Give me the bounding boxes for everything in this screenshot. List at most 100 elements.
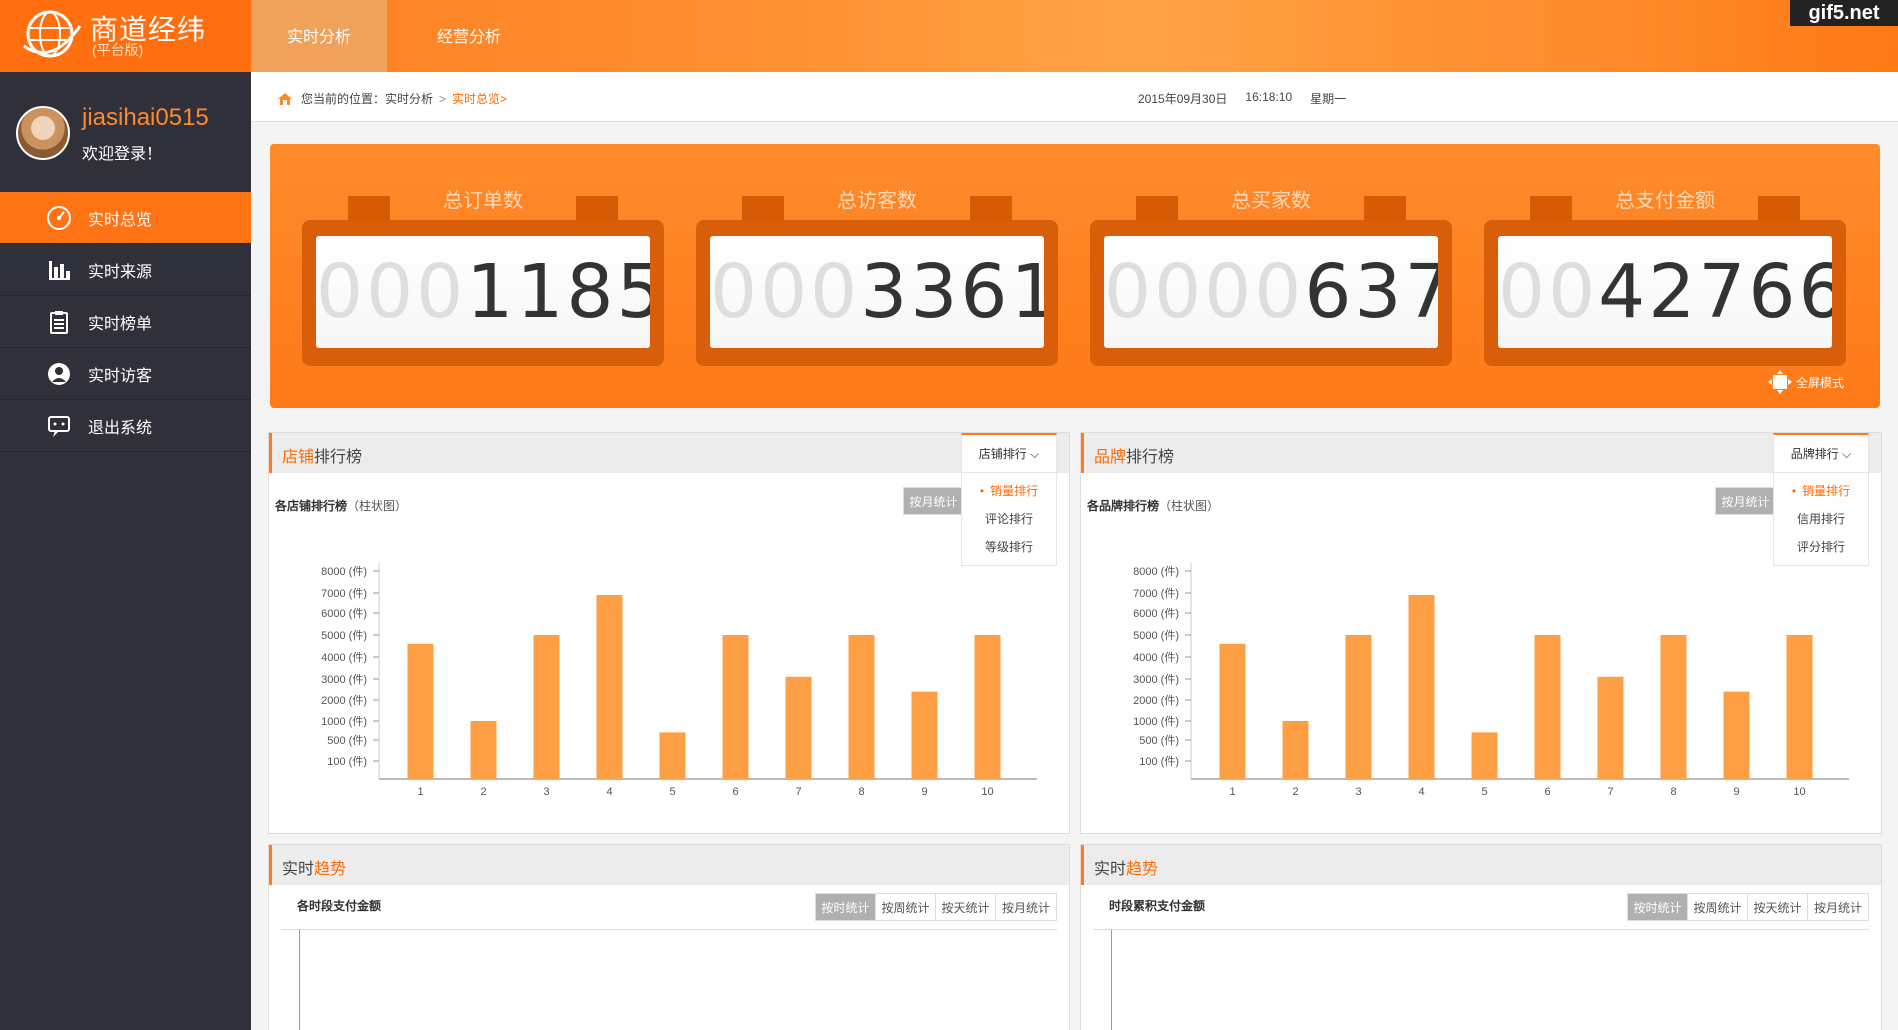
panel-title: 实时趋势	[1094, 855, 1158, 879]
panel-header: 店铺排行榜	[269, 433, 1069, 473]
clipboard-icon	[46, 309, 72, 335]
bar[interactable]	[1282, 721, 1309, 779]
bar[interactable]	[974, 635, 1001, 779]
counter-frame: 0003361	[696, 220, 1058, 366]
panel-title: 实时趋势	[282, 855, 346, 879]
x-tick-label: 7	[795, 786, 801, 798]
menu-item-rating[interactable]: 评分排行	[1774, 535, 1868, 563]
bar[interactable]	[1597, 676, 1624, 779]
bar[interactable]	[911, 691, 938, 779]
trend-axis	[1111, 930, 1112, 1030]
home-icon[interactable]	[277, 92, 293, 106]
chevron-down-icon: ⌵	[1842, 447, 1852, 461]
breadcrumb: 您当前的位置： 实时分析 > 实时总览>	[277, 90, 507, 107]
x-tick-label: 3	[543, 786, 549, 798]
bar[interactable]	[785, 676, 812, 779]
sidebar-item-label: 实时来源	[88, 263, 153, 281]
fullscreen-button[interactable]: 全屏模式	[1767, 370, 1844, 394]
store-bar-chart: 8000 (件) 7000 (件) 6000 (件) 5000 (件) 4000 (件)…	[321, 563, 1037, 798]
bar[interactable]	[407, 643, 434, 779]
by-month-button[interactable]: 按月统计	[996, 894, 1056, 920]
sidebar-item-logout[interactable]: 退出系统	[0, 400, 251, 452]
bar[interactable]	[1534, 635, 1561, 779]
menu-item-sales[interactable]: 销量排行	[962, 479, 1056, 507]
stat-value: 637	[1304, 249, 1438, 335]
by-week-button[interactable]: 按周统计	[1688, 894, 1748, 920]
menu-item-credit[interactable]: 信用排行	[1774, 507, 1868, 535]
stat-leading-zeros: 0000	[1104, 249, 1305, 335]
brand-rank-dropdown[interactable]: 品牌排行 ⌵	[1773, 433, 1869, 473]
sidebar-item-label: 实时总览	[88, 211, 153, 229]
bar[interactable]	[722, 635, 749, 779]
by-day-button[interactable]: 按天统计	[1748, 894, 1808, 920]
menu-item-reviews[interactable]: 评论排行	[962, 507, 1056, 535]
bar[interactable]	[533, 635, 560, 779]
y-tick-label: 3000 (件)	[321, 673, 367, 686]
bar[interactable]	[848, 635, 875, 779]
period-button-group: 按时统计 按周统计 按天统计 按月统计	[815, 893, 1057, 921]
chart-subtitle: 各品牌排行榜（柱状图）	[1087, 497, 1219, 514]
counter-frame: 0042766	[1484, 220, 1846, 366]
nav-business-analysis[interactable]: 经营分析	[387, 0, 541, 72]
logo-subtitle: (平台版)	[92, 42, 144, 58]
stat-total-buyers: 总买家数 0000637	[1090, 184, 1452, 366]
fullscreen-icon	[1767, 370, 1792, 394]
stats-banner: 总订单数 0001185 总访客数 0003361 总买家数 0000637 总…	[270, 144, 1880, 408]
sidebar-item-rankings[interactable]: 实时榜单	[0, 296, 251, 348]
sidebar-item-overview[interactable]: 实时总览	[0, 192, 251, 244]
stat-total-payment: 总支付金额 0042766	[1484, 184, 1846, 366]
menu-item-level[interactable]: 等级排行	[962, 535, 1056, 563]
menu-item-sales[interactable]: 销量排行	[1774, 479, 1868, 507]
by-day-button[interactable]: 按天统计	[936, 894, 996, 920]
bar[interactable]	[1345, 635, 1372, 779]
by-month-button[interactable]: 按月统计	[1808, 894, 1868, 920]
y-tick-label: 8000 (件)	[1133, 565, 1179, 578]
bar[interactable]	[470, 721, 497, 779]
bar[interactable]	[596, 595, 623, 779]
bar[interactable]	[1723, 691, 1750, 779]
bar[interactable]	[1786, 635, 1813, 779]
top-nav: 实时分析 经营分析	[251, 0, 541, 72]
x-tick-label: 5	[1481, 786, 1487, 798]
y-tick-label: 6000 (件)	[1133, 607, 1179, 620]
bar[interactable]	[659, 732, 686, 779]
x-tick-label: 10	[981, 786, 993, 798]
breadcrumb-level1[interactable]: 实时分析	[385, 90, 433, 107]
by-hour-button[interactable]: 按时统计	[816, 894, 876, 920]
bar-chart-icon	[46, 257, 72, 283]
avatar[interactable]	[16, 106, 70, 160]
stat-value: 42766	[1598, 249, 1832, 335]
nav-realtime-analysis[interactable]: 实时分析	[251, 0, 387, 72]
by-hour-button[interactable]: 按时统计	[1628, 894, 1688, 920]
bar[interactable]	[1660, 635, 1687, 779]
sidebar-item-sources[interactable]: 实时来源	[0, 244, 251, 296]
trend-panel-cumulative: 实时趋势 时段累积支付金额 按时统计 按周统计 按天统计 按月统计	[1080, 844, 1882, 1030]
y-tick-label: 500 (件)	[1139, 734, 1179, 747]
x-tick-label: 2	[1292, 786, 1298, 798]
y-tick-label: 1000 (件)	[1133, 715, 1179, 728]
by-week-button[interactable]: 按周统计	[876, 894, 936, 920]
panel-header: 实时趋势	[269, 845, 1069, 885]
stat-value: 1185	[466, 249, 650, 335]
y-tick-label: 500 (件)	[327, 734, 367, 747]
by-month-button[interactable]: 按月统计	[904, 488, 964, 514]
x-tick-label: 4	[606, 786, 612, 798]
subtitle-text: 各品牌排行榜	[1087, 499, 1160, 513]
x-tick-label: 6	[732, 786, 738, 798]
title-rest: 排行榜	[314, 449, 363, 466]
brand-bar-chart: 8000 (件) 7000 (件) 6000 (件) 5000 (件) 4000 (件)…	[1133, 563, 1849, 798]
y-tick-label: 7000 (件)	[1133, 587, 1179, 600]
bar[interactable]	[1219, 643, 1246, 779]
sidebar-item-visitors[interactable]: 实时访客	[0, 348, 251, 400]
stat-leading-zeros: 000	[316, 249, 467, 335]
bar[interactable]	[1408, 595, 1435, 779]
store-rank-dropdown[interactable]: 店铺排行 ⌵	[961, 433, 1057, 473]
y-tick-label: 4000 (件)	[1133, 651, 1179, 664]
breadcrumb-current: 实时总览>	[452, 92, 508, 106]
counter-digits: 0001185	[316, 236, 650, 348]
store-ranking-panel: 店铺排行榜 各店铺排行榜（柱状图） 按月统计 按周 店铺排行 ⌵ 销量排行 评论…	[268, 432, 1070, 834]
logo[interactable]: 商道经纬 (平台版)	[0, 0, 251, 72]
store-rank-menu: 销量排行 评论排行 等级排行	[961, 473, 1057, 566]
bar[interactable]	[1471, 732, 1498, 779]
by-month-button[interactable]: 按月统计	[1716, 488, 1776, 514]
